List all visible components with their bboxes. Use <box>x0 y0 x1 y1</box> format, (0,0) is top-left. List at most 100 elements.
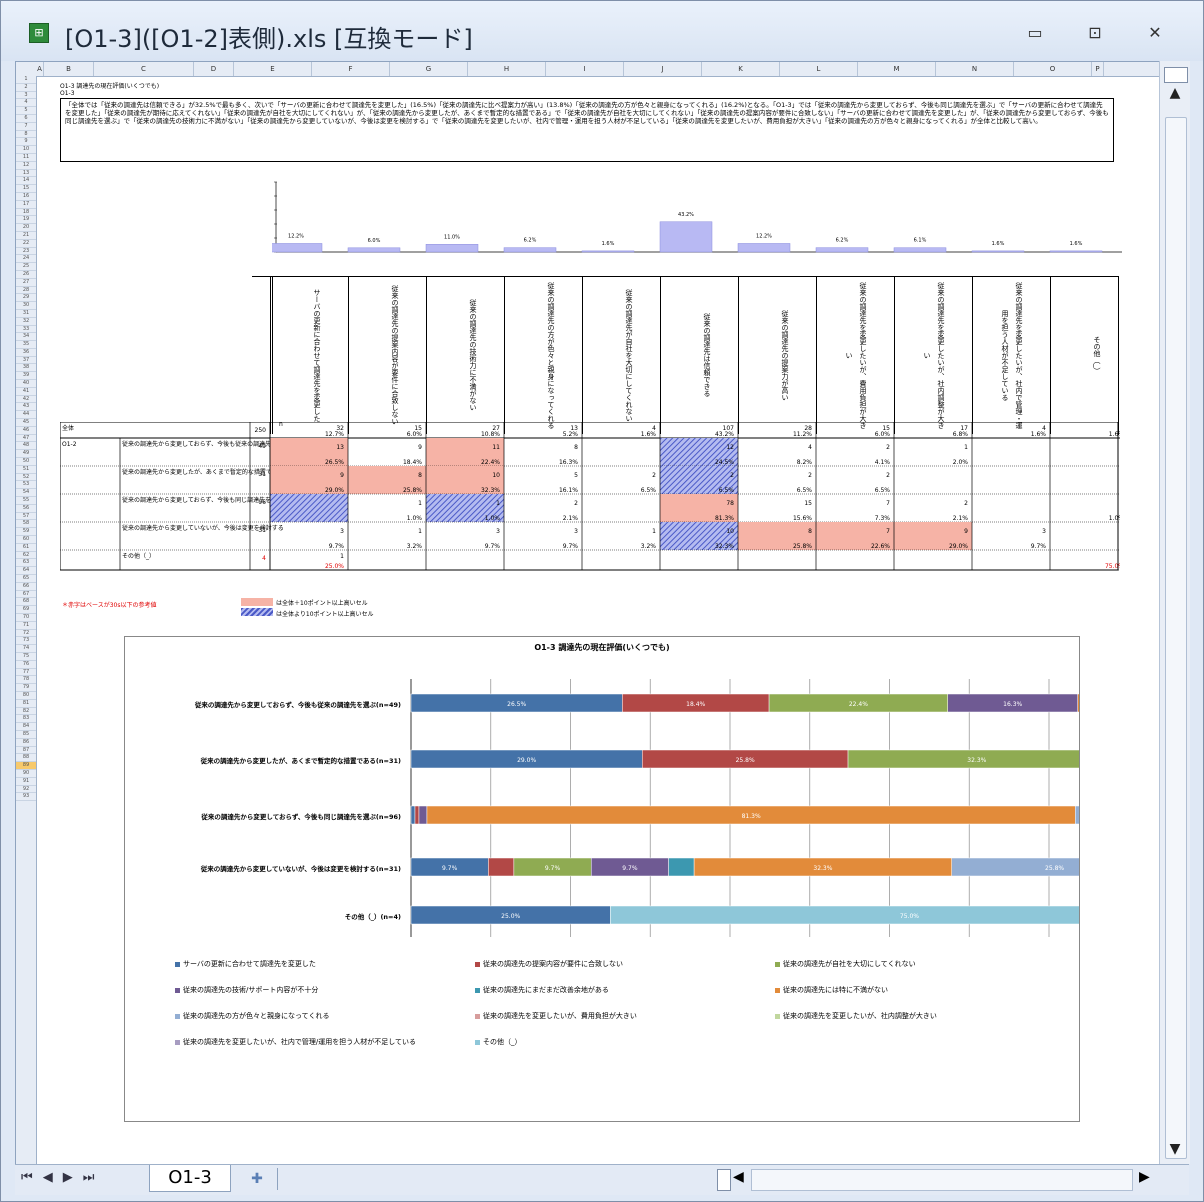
row-header[interactable]: 47 <box>16 435 36 443</box>
row-header[interactable]: 80 <box>16 692 36 700</box>
minimize-button[interactable]: ▭ <box>1016 21 1054 45</box>
row-header[interactable]: 45 <box>16 419 36 427</box>
row-header[interactable]: 4 <box>16 99 36 108</box>
row-header[interactable]: 81 <box>16 700 36 708</box>
row-header[interactable]: 29 <box>16 294 36 303</box>
sheet-tab-o1-3[interactable]: O1-3 <box>149 1165 231 1192</box>
row-header[interactable]: 11 <box>16 154 36 162</box>
row-header[interactable]: 92 <box>16 786 36 794</box>
row-header[interactable]: 67 <box>16 591 36 599</box>
row-header[interactable]: 64 <box>16 567 36 575</box>
row-header[interactable]: 59 <box>16 528 36 537</box>
row-header[interactable]: 3 <box>16 92 36 100</box>
row-header[interactable]: 90 <box>16 770 36 778</box>
tab-nav-buttons[interactable]: ⏮◀▶⏭ <box>21 1170 104 1185</box>
row-header[interactable]: 21 <box>16 232 36 240</box>
scroll-down-icon[interactable]: ▼ <box>1160 1141 1190 1157</box>
row-header[interactable]: 26 <box>16 271 36 279</box>
row-header[interactable]: 27 <box>16 279 36 287</box>
split-box[interactable] <box>1164 67 1188 83</box>
column-header-o[interactable]: O <box>1014 62 1092 76</box>
column-header-m[interactable]: M <box>858 62 936 76</box>
row-header[interactable]: 34 <box>16 333 36 342</box>
row-header[interactable]: 38 <box>16 364 36 373</box>
row-header[interactable]: 50 <box>16 458 36 466</box>
row-header[interactable]: 57 <box>16 513 36 521</box>
row-header[interactable]: 44 <box>16 411 36 420</box>
row-header[interactable]: 88 <box>16 754 36 763</box>
row-header[interactable]: 42 <box>16 396 36 404</box>
row-header[interactable]: 16 <box>16 193 36 201</box>
row-header[interactable]: 33 <box>16 326 36 334</box>
row-header[interactable]: 76 <box>16 661 36 669</box>
row-header[interactable]: 20 <box>16 224 36 232</box>
column-header-d[interactable]: D <box>194 62 234 76</box>
row-header[interactable]: 49 <box>16 450 36 459</box>
row-header[interactable]: 15 <box>16 185 36 193</box>
row-header[interactable]: 13 <box>16 170 36 178</box>
row-header[interactable]: 48 <box>16 442 36 451</box>
row-header[interactable]: 86 <box>16 739 36 747</box>
row-header[interactable]: 19 <box>16 216 36 225</box>
column-header-l[interactable]: L <box>780 62 858 76</box>
row-header[interactable]: 31 <box>16 310 36 318</box>
row-header[interactable]: 40 <box>16 380 36 388</box>
row-header[interactable]: 93 <box>16 793 36 802</box>
row-header[interactable]: 46 <box>16 427 36 435</box>
row-header[interactable]: 7 <box>16 123 36 131</box>
row-header[interactable]: 82 <box>16 708 36 716</box>
row-header[interactable]: 60 <box>16 536 36 544</box>
column-header-e[interactable]: E <box>234 62 312 76</box>
row-header[interactable]: 68 <box>16 598 36 607</box>
row-header[interactable]: 79 <box>16 684 36 692</box>
row-header[interactable]: 22 <box>16 240 36 248</box>
row-header[interactable]: 65 <box>16 575 36 583</box>
column-header-a[interactable]: A <box>36 62 44 76</box>
row-header[interactable]: 32 <box>16 318 36 326</box>
scroll-left-icon[interactable]: ◀ <box>733 1169 744 1185</box>
row-header[interactable]: 74 <box>16 645 36 653</box>
worksheet[interactable]: ABCDEFGHIJKLMNOP 1 2 3 4 5 6 7 8 9 10 11 12 13 14 15 16… <box>15 61 1161 1166</box>
column-header-j[interactable]: J <box>624 62 702 76</box>
close-button[interactable]: ✕ <box>1136 21 1174 45</box>
row-header[interactable]: 87 <box>16 747 36 755</box>
row-header[interactable]: 8 <box>16 131 36 139</box>
excel-icon[interactable]: ⊞ <box>29 23 49 43</box>
row-header[interactable]: 2 <box>16 84 36 92</box>
row-header[interactable]: 5 <box>16 107 36 115</box>
row-header[interactable]: 6 <box>16 115 36 123</box>
row-header[interactable]: 37 <box>16 357 36 365</box>
row-header[interactable]: 77 <box>16 669 36 677</box>
row-header[interactable]: 1 <box>16 76 36 84</box>
scroll-right-icon[interactable]: ▶ <box>1139 1169 1150 1185</box>
row-header[interactable]: 85 <box>16 731 36 739</box>
chart-area[interactable]: O1-3 調達先の現在評価(いくつでも) 従来の調達先から変更しておらず、今後も… <box>124 636 1080 1122</box>
row-header[interactable]: 63 <box>16 559 36 568</box>
row-header[interactable]: 56 <box>16 505 36 513</box>
row-header[interactable]: 10 <box>16 146 36 154</box>
column-header-p[interactable]: P <box>1092 62 1104 76</box>
row-header[interactable]: 25 <box>16 263 36 271</box>
row-header[interactable]: 84 <box>16 723 36 731</box>
row-header[interactable]: 28 <box>16 287 36 295</box>
row-header[interactable]: 41 <box>16 388 36 396</box>
row-header[interactable]: 62 <box>16 552 36 560</box>
column-header-k[interactable]: K <box>702 62 780 76</box>
row-header[interactable]: 73 <box>16 637 36 646</box>
row-header[interactable]: 83 <box>16 715 36 724</box>
column-header-c[interactable]: C <box>94 62 194 76</box>
row-header[interactable]: 61 <box>16 544 36 552</box>
row-header[interactable]: 78 <box>16 676 36 685</box>
row-header[interactable]: 18 <box>16 209 36 217</box>
row-header[interactable]: 71 <box>16 622 36 630</box>
column-header-b[interactable]: B <box>44 62 94 76</box>
row-header[interactable]: 52 <box>16 474 36 482</box>
row-header[interactable]: 23 <box>16 248 36 256</box>
new-sheet-icon[interactable]: ✚ <box>237 1168 278 1190</box>
column-header-g[interactable]: G <box>390 62 468 76</box>
horizontal-scroll-thumb[interactable] <box>751 1169 1133 1191</box>
row-header[interactable]: 91 <box>16 778 36 786</box>
row-header[interactable]: 58 <box>16 520 36 529</box>
row-header[interactable]: 9 <box>16 138 36 147</box>
row-header[interactable]: 69 <box>16 606 36 614</box>
